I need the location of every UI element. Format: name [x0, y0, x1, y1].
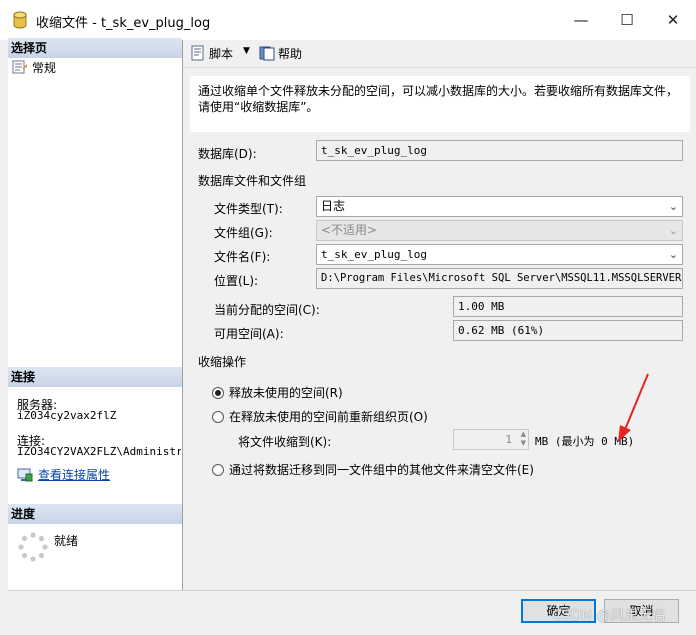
watermark: CSDN @风里无名 — [552, 608, 667, 624]
option-reorganize[interactable]: 在释放未使用的空间前重新组织页(O) — [212, 408, 428, 425]
database-icon — [13, 11, 27, 29]
progress-header: 进度 — [8, 504, 182, 524]
description-box: 通过收缩单个文件释放未分配的空间，可以减小数据库的大小。若要收缩所有数据库文件，… — [190, 76, 690, 132]
shrink-to-label: 将文件收缩到(K): — [238, 435, 332, 449]
file-type-value: 日志 — [321, 199, 346, 213]
maximize-button[interactable]: ☐ — [604, 0, 650, 40]
view-connection-properties-link[interactable]: 查看连接属性 — [17, 466, 110, 483]
option-release-label: 释放未使用的空间(R) — [229, 386, 343, 400]
help-button[interactable]: 帮助 — [259, 44, 302, 62]
radio-release[interactable] — [212, 386, 224, 399]
progress-spinner-icon — [18, 532, 48, 562]
close-icon: ✕ — [666, 11, 680, 29]
option-reorganize-label: 在释放未使用的空间前重新组织页(O) — [229, 410, 428, 424]
shrink-action-label: 收缩操作 — [198, 355, 247, 369]
filegroup-label: 文件组(G): — [214, 226, 273, 240]
location-field: D:\Program Files\Microsoft SQL Server\MS… — [316, 268, 683, 289]
file-type-label: 文件类型(T): — [214, 202, 283, 216]
close-button[interactable]: ✕ — [650, 0, 696, 40]
help-icon — [259, 46, 275, 61]
connection-header: 连接 — [8, 367, 182, 387]
chevron-down-icon: ⌄ — [668, 224, 678, 237]
radio-empty[interactable] — [212, 463, 224, 476]
script-dropdown-icon[interactable]: ▼ — [243, 46, 250, 56]
description-text: 通过收缩单个文件释放未分配的空间，可以减小数据库的大小。若要收缩所有数据库文件，… — [198, 84, 679, 114]
script-button[interactable]: 脚本 — [190, 44, 233, 62]
stepper-arrows-icon: ▲ ▼ — [520, 430, 526, 447]
files-group-label: 数据库文件和文件组 — [198, 174, 307, 188]
connection-properties-icon — [17, 468, 33, 481]
file-name-label: 文件名(F): — [214, 250, 271, 264]
select-page-header: 选择页 — [8, 38, 182, 58]
available-field: 0.62 MB (61%) — [453, 320, 683, 341]
file-name-select[interactable]: t_sk_ev_plug_log ⌄ — [316, 244, 683, 265]
window-title: 收缩文件 - t_sk_ev_plug_log — [36, 16, 211, 31]
location-label: 位置(L): — [214, 274, 259, 288]
script-icon — [191, 45, 204, 61]
filegroup-value: <不适用> — [321, 223, 378, 237]
file-name-value: t_sk_ev_plug_log — [321, 248, 427, 261]
annotation-arrow-icon — [618, 373, 649, 442]
allocated-field: 1.00 MB — [453, 296, 683, 317]
minimize-icon: — — [573, 11, 589, 29]
chevron-down-icon: ⌄ — [668, 200, 678, 213]
script-label: 脚本 — [209, 46, 234, 61]
toolbar-divider — [183, 67, 696, 68]
maximize-icon: ☐ — [620, 11, 634, 29]
database-label: 数据库(D): — [198, 147, 257, 161]
database-field: t_sk_ev_plug_log — [316, 140, 683, 161]
chevron-down-icon: ⌄ — [668, 248, 678, 261]
view-connection-properties-label: 查看连接属性 — [38, 468, 111, 482]
title-bar: 收缩文件 - t_sk_ev_plug_log — ☐ ✕ — [0, 0, 696, 40]
help-label: 帮助 — [278, 46, 303, 61]
radio-reorganize[interactable] — [212, 410, 224, 423]
shrink-to-value: 1 — [505, 433, 512, 446]
option-empty[interactable]: 通过将数据迁移到同一文件组中的其他文件来清空文件(E) — [212, 461, 534, 478]
filegroup-select: <不适用> ⌄ — [316, 220, 683, 241]
option-release[interactable]: 释放未使用的空间(R) — [212, 384, 343, 401]
file-type-select[interactable]: 日志 ⌄ — [316, 196, 683, 217]
option-empty-label: 通过将数据迁移到同一文件组中的其他文件来清空文件(E) — [229, 463, 534, 477]
page-item-general[interactable]: 常规 — [12, 58, 56, 76]
allocated-label: 当前分配的空间(C): — [214, 303, 320, 317]
server-value: iZ034cy2vax2flZ — [17, 409, 117, 422]
window-border — [0, 40, 8, 634]
connection-value: IZO34CY2VAX2FLZ\Administrat — [17, 445, 181, 458]
progress-status: 就绪 — [54, 534, 79, 548]
minimize-button[interactable]: — — [558, 0, 604, 40]
page-icon — [12, 60, 27, 74]
available-label: 可用空间(A): — [214, 327, 284, 341]
shrink-to-stepper: 1 ▲ ▼ — [453, 429, 529, 450]
page-item-label: 常规 — [32, 60, 57, 75]
